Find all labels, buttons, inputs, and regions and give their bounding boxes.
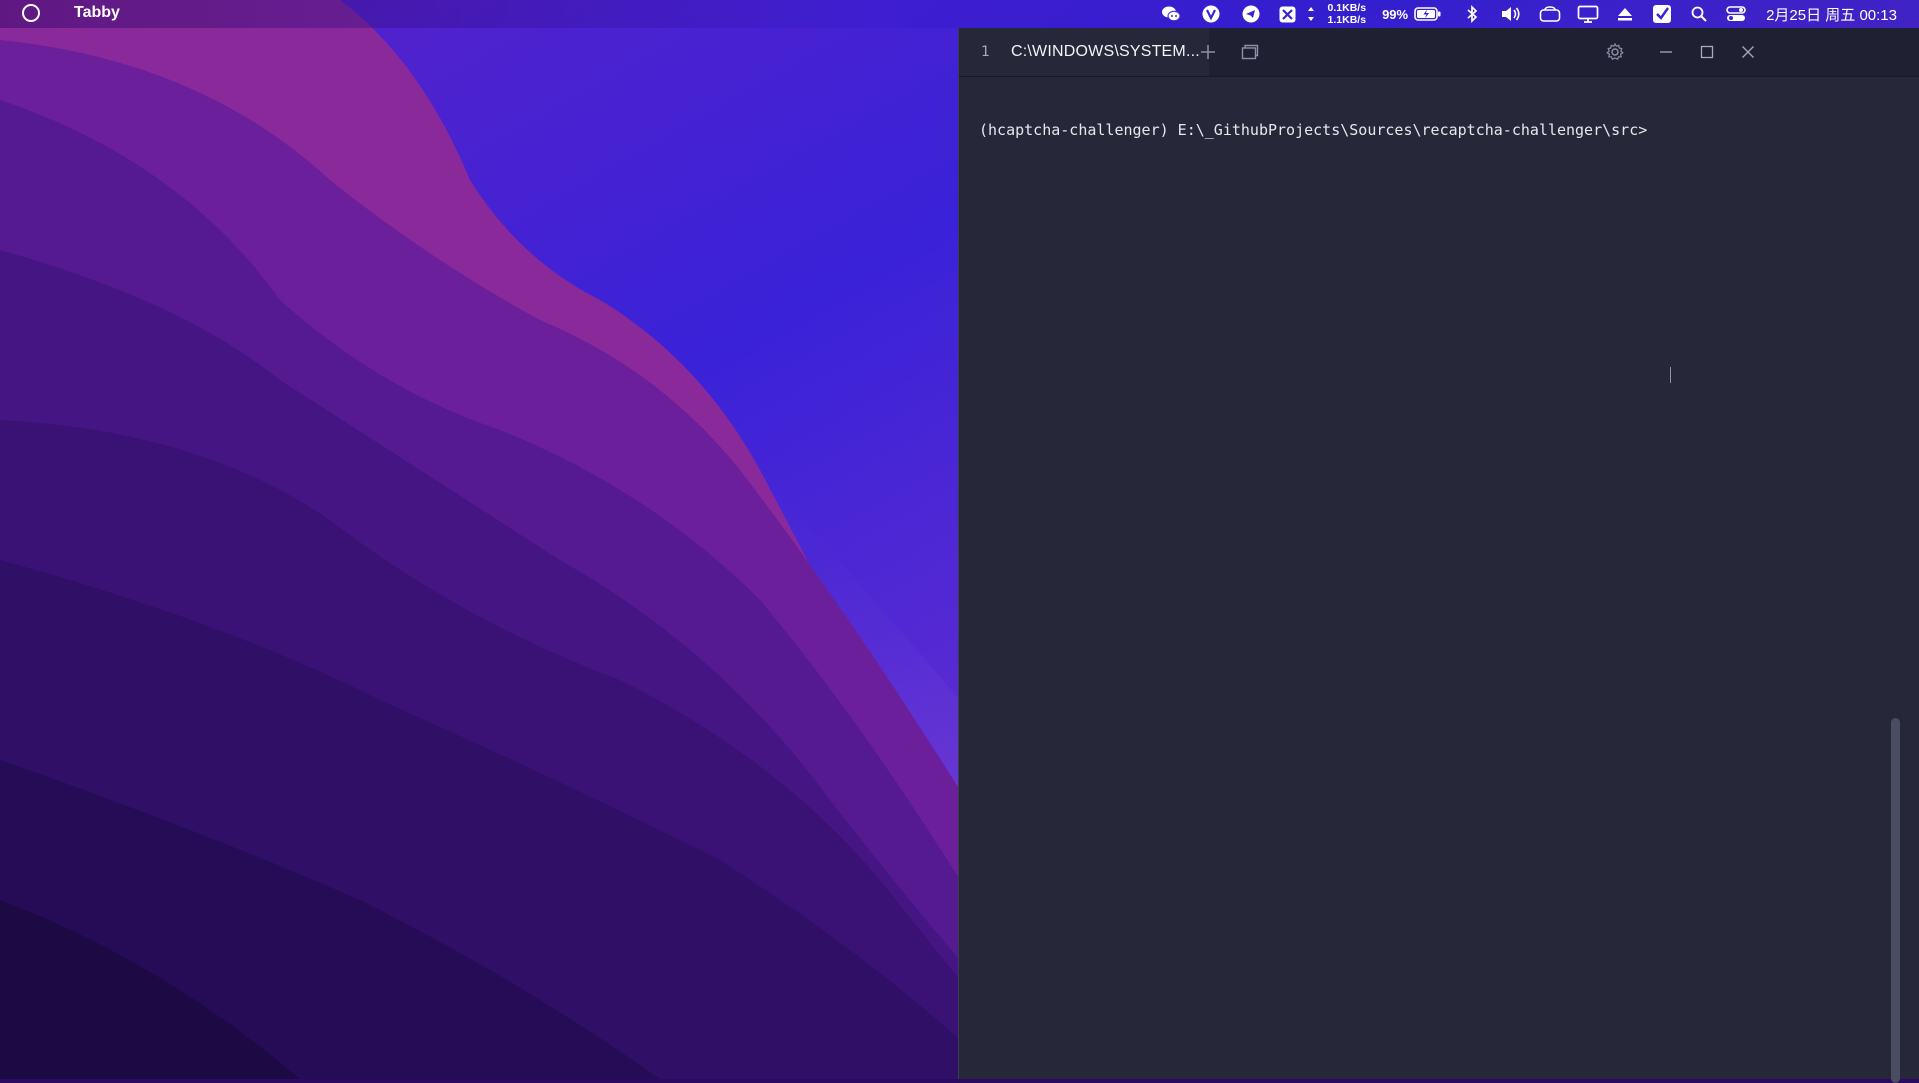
new-tab-button[interactable] (1185, 28, 1231, 76)
tab-title: C:\WINDOWS\SYSTEM... (1011, 43, 1200, 60)
net-down-speed: 1.1KB/s (1327, 14, 1367, 26)
close-button[interactable] (1725, 28, 1771, 76)
wechat-icon[interactable] (1158, 0, 1184, 28)
scrollbar-thumb[interactable] (1891, 718, 1900, 1083)
title-bar[interactable]: 1 C:\WINDOWS\SYSTEM... (959, 28, 1919, 77)
minimize-icon (1660, 51, 1672, 53)
window-stack-icon (1241, 44, 1259, 60)
close-icon (1742, 46, 1754, 58)
plus-icon (1201, 45, 1215, 59)
bluetooth-icon[interactable] (1460, 0, 1484, 28)
mouse-text-cursor (1670, 367, 1671, 383)
checklist-icon[interactable] (1650, 0, 1674, 28)
v-app-icon[interactable] (1198, 0, 1224, 28)
maximize-icon (1700, 45, 1714, 59)
network-speed: 0.1KB/s 1.1KB/s (1328, 0, 1367, 28)
maximize-button[interactable] (1684, 28, 1730, 76)
launcher-icon[interactable] (22, 4, 40, 22)
net-up-speed: 0.1KB/s (1327, 2, 1367, 14)
telegram-icon[interactable] (1238, 0, 1264, 28)
profiles-button[interactable] (1227, 28, 1273, 76)
minimize-button[interactable] (1643, 28, 1689, 76)
cloud-drive-icon[interactable] (1538, 0, 1562, 28)
system-tray: 0.1KB/s 1.1KB/s 99% 2月25日 周五 00:13 (1158, 0, 1919, 28)
settings-button[interactable] (1592, 28, 1638, 76)
tab-index: 1 (981, 44, 990, 60)
battery-status[interactable]: 99% (1382, 0, 1408, 28)
xmind-icon[interactable] (1278, 0, 1298, 28)
display-icon[interactable] (1576, 0, 1600, 28)
volume-icon[interactable] (1498, 0, 1524, 28)
gear-icon (1606, 43, 1624, 61)
search-icon[interactable] (1688, 0, 1710, 28)
terminal-tab[interactable]: 1 C:\WINDOWS\SYSTEM... (959, 28, 1209, 76)
network-arrows-icon (1304, 0, 1318, 28)
tabby-window: 1 C:\WINDOWS\SYSTEM... (hcaptcha-challen… (958, 28, 1919, 1083)
clock[interactable]: 2月25日 周五 00:13 (1766, 0, 1897, 28)
terminal-prompt[interactable]: (hcaptcha-challenger) E:\_GithubProjects… (979, 121, 1647, 139)
active-app-name[interactable]: Tabby (74, 4, 120, 22)
battery-icon[interactable] (1412, 0, 1444, 28)
eject-icon[interactable] (1614, 0, 1636, 28)
control-center-icon[interactable] (1724, 0, 1748, 28)
battery-percent: 99% (1382, 6, 1409, 22)
terminal-pane[interactable]: (hcaptcha-challenger) E:\_GithubProjects… (959, 77, 1919, 1083)
menu-bar: Tabby 0.1KB/s 1.1KB/s 99% 2月25日 周五 00:13 (0, 0, 1919, 28)
